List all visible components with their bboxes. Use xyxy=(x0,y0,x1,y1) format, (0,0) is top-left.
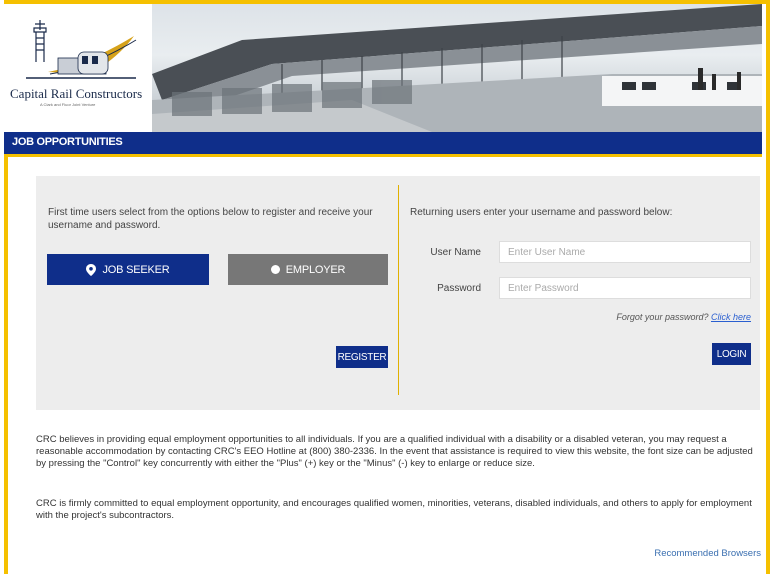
register-intro: First time users select from the options… xyxy=(48,207,373,231)
page-title: JOB OPPORTUNITIES xyxy=(12,136,123,148)
site-header: Capital Rail Constructors A Clark and Fl… xyxy=(4,4,762,132)
forgot-text: Forgot your password? xyxy=(616,312,709,322)
employer-button[interactable]: EMPLOYER xyxy=(228,254,388,285)
password-label: Password xyxy=(437,283,481,294)
logo-tagline: A Clark and Fluor Joint Venture xyxy=(40,102,96,107)
username-label: User Name xyxy=(430,247,481,258)
register-button[interactable]: REGISTER xyxy=(336,346,388,368)
password-field[interactable] xyxy=(499,277,751,299)
map-pin-icon xyxy=(86,263,97,276)
job-seeker-button[interactable]: JOB SEEKER xyxy=(47,254,209,285)
eeo-paragraph: CRC believes in providing equal employme… xyxy=(36,434,753,469)
logo-name: Capital Rail Constructors xyxy=(10,86,143,101)
circle-icon xyxy=(270,265,280,274)
recommended-browsers-link[interactable]: Recommended Browsers xyxy=(654,548,761,559)
job-seeker-label: JOB SEEKER xyxy=(102,263,170,276)
station-image xyxy=(152,4,762,132)
forgot-password-link[interactable]: Click here xyxy=(711,312,751,322)
login-intro: Returning users enter your username and … xyxy=(410,207,673,218)
logo-emblem-icon xyxy=(26,20,137,79)
forgot-password: Forgot your password? Click here xyxy=(616,312,751,322)
logo[interactable]: Capital Rail Constructors A Clark and Fl… xyxy=(4,4,152,132)
employer-label: EMPLOYER xyxy=(285,263,346,276)
username-field[interactable] xyxy=(499,241,751,263)
commitment-paragraph: CRC is firmly committed to equal employm… xyxy=(36,498,752,521)
nav-bar: JOB OPPORTUNITIES xyxy=(4,132,762,157)
header-photo xyxy=(152,4,762,132)
panel-divider xyxy=(398,185,399,395)
login-button[interactable]: LOGIN xyxy=(712,343,751,365)
